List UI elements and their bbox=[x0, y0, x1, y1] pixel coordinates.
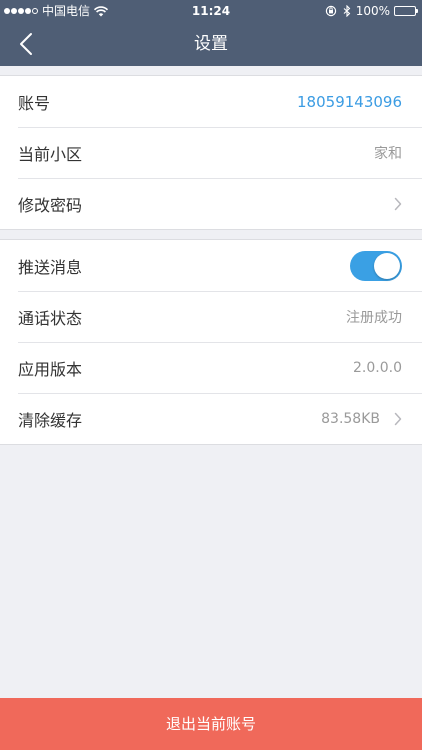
push-notification-label: 推送消息 bbox=[18, 257, 83, 277]
logout-button[interactable]: 退出当前账号 bbox=[0, 698, 422, 750]
battery-icon bbox=[394, 6, 418, 16]
push-notification-toggle[interactable] bbox=[350, 250, 402, 281]
app-version-row: 应用版本 2.0.0.0 bbox=[0, 342, 422, 393]
cache-size-value: 83.58KB bbox=[321, 410, 380, 427]
clear-cache-label: 清除缓存 bbox=[18, 410, 83, 430]
call-status-label: 通话状态 bbox=[18, 308, 83, 328]
push-notification-row: 推送消息 bbox=[0, 240, 422, 291]
settings-screen: 中国电信 11:24 100% 设置 账号 18059143096 当前小区 家… bbox=[0, 0, 422, 750]
battery-percent: 100% bbox=[355, 4, 390, 18]
chevron-right-icon bbox=[394, 412, 402, 426]
change-password-label: 修改密码 bbox=[18, 195, 83, 215]
call-status-value: 注册成功 bbox=[346, 309, 402, 326]
app-version-label: 应用版本 bbox=[18, 359, 83, 379]
status-bar: 中国电信 11:24 100% bbox=[0, 0, 422, 22]
account-settings-group: 账号 18059143096 当前小区 家和 修改密码 bbox=[0, 75, 422, 230]
community-value: 家和 bbox=[374, 145, 402, 162]
account-value[interactable]: 18059143096 bbox=[297, 93, 402, 111]
bluetooth-icon bbox=[343, 5, 351, 17]
change-password-row[interactable]: 修改密码 bbox=[0, 178, 422, 229]
account-label: 账号 bbox=[18, 93, 51, 113]
status-right: 100% bbox=[325, 0, 418, 22]
community-row: 当前小区 家和 bbox=[0, 127, 422, 178]
orientation-lock-icon bbox=[325, 5, 337, 17]
toggle-knob bbox=[374, 252, 400, 279]
app-version-value: 2.0.0.0 bbox=[353, 359, 402, 376]
page-title: 设置 bbox=[194, 34, 228, 54]
chevron-right-icon bbox=[394, 197, 402, 211]
community-label: 当前小区 bbox=[18, 144, 83, 164]
account-row: 账号 18059143096 bbox=[0, 76, 422, 127]
nav-bar: 设置 bbox=[0, 22, 422, 66]
app-settings-group: 推送消息 通话状态 注册成功 应用版本 2.0.0.0 清除缓存 83.58KB bbox=[0, 239, 422, 445]
call-status-row: 通话状态 注册成功 bbox=[0, 291, 422, 342]
clear-cache-row[interactable]: 清除缓存 83.58KB bbox=[0, 393, 422, 444]
top-bar: 中国电信 11:24 100% 设置 bbox=[0, 0, 422, 66]
